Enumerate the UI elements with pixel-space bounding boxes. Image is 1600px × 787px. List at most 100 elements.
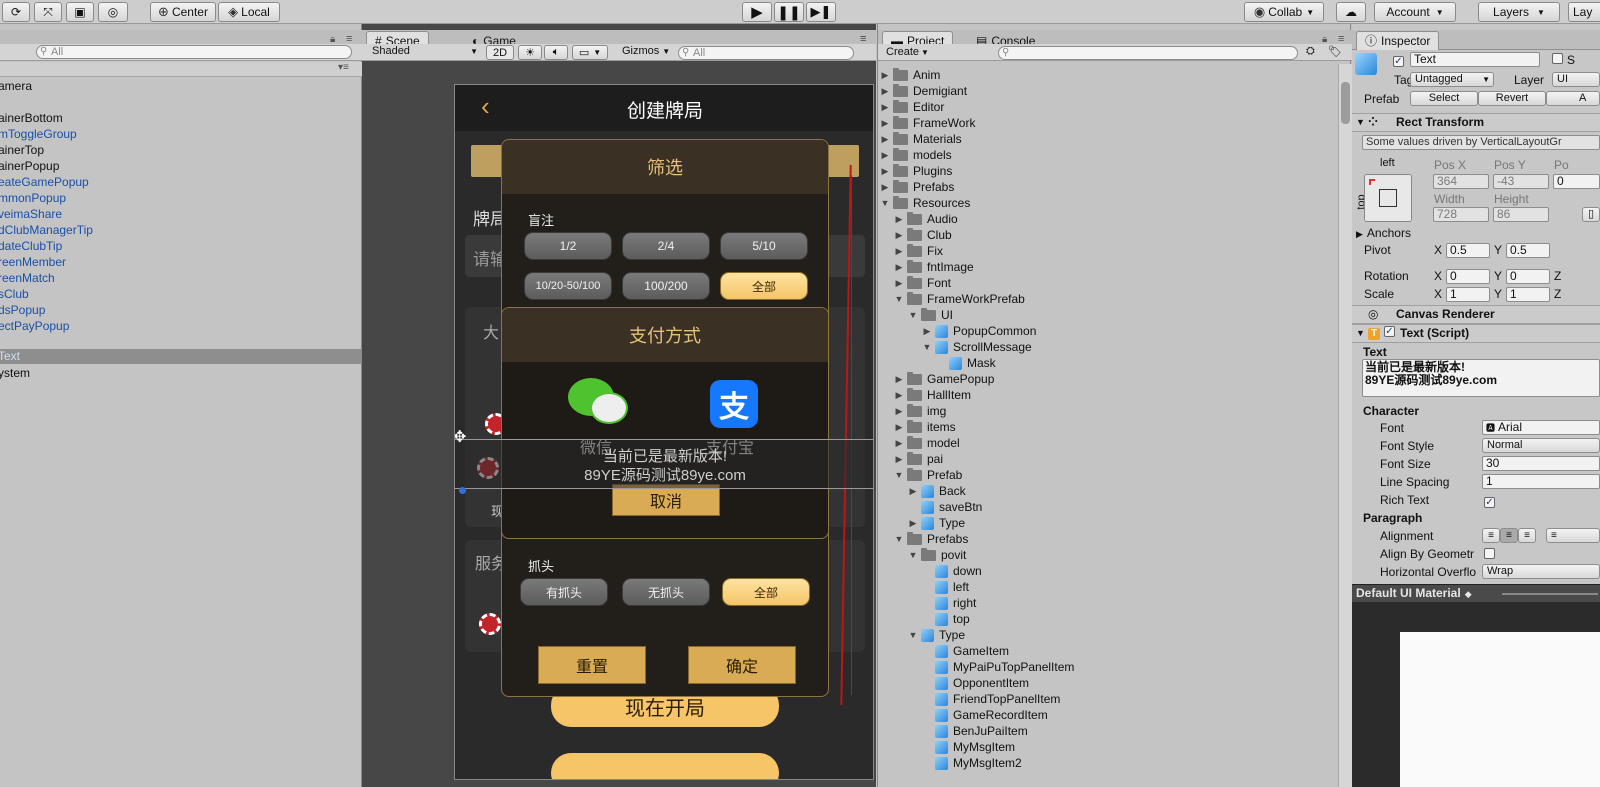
prefab-revert-button[interactable]: Revert xyxy=(1478,91,1546,106)
project-tree-item[interactable]: MyMsgItem xyxy=(922,739,1015,755)
project-tree-item[interactable]: ▶ Materials xyxy=(880,131,962,147)
expanded-arrow-icon[interactable]: ▼ xyxy=(894,291,904,307)
expanded-arrow-icon[interactable]: ▼ xyxy=(880,195,890,211)
project-tree-item[interactable]: ▶ items xyxy=(894,419,956,435)
hierarchy-item[interactable]: eateGamePopup xyxy=(0,174,89,190)
grab-option-all[interactable]: 全部 xyxy=(722,578,810,606)
project-tree-item[interactable]: ▶ Prefabs xyxy=(880,179,954,195)
project-tree-item[interactable]: ▼ Type xyxy=(908,627,965,643)
grab-option-no[interactable]: 无抓头 xyxy=(622,578,710,606)
hierarchy-item[interactable]: ectPayPopup xyxy=(0,318,69,334)
project-tree-item[interactable]: right xyxy=(922,595,976,611)
collapsed-arrow-icon[interactable]: ▶ xyxy=(894,259,904,275)
project-tree-item[interactable]: ▶ Demigiant xyxy=(880,83,967,99)
layer-dropdown[interactable]: UI xyxy=(1552,72,1600,87)
reset-button[interactable]: 重置 xyxy=(538,646,646,684)
project-tree-item[interactable]: GameRecordItem xyxy=(922,707,1048,723)
text-script-header[interactable]: ▼ T ✓ Text (Script) xyxy=(1352,324,1600,343)
collapsed-arrow-icon[interactable]: ▶ xyxy=(880,67,890,83)
anchors-foldout[interactable]: ▶ Anchors xyxy=(1356,226,1411,240)
shading-dropdown[interactable]: Shaded ▼ xyxy=(368,45,482,60)
gizmos-dropdown[interactable]: Gizmos ▼ xyxy=(618,45,674,60)
scene-menu-icon[interactable]: ▾≡ xyxy=(338,62,349,73)
pos-x-field[interactable]: 364 xyxy=(1433,174,1489,189)
pos-y-field[interactable]: -43 xyxy=(1493,174,1549,189)
filter-type-icon[interactable]: ⛭ xyxy=(1306,45,1315,58)
align-center-icon[interactable]: ≡ xyxy=(1500,528,1518,543)
transform-tool-icon[interactable]: ◎ xyxy=(98,2,128,22)
hierarchy-item[interactable]: dsPopup xyxy=(0,302,45,318)
width-field[interactable]: 728 xyxy=(1433,207,1489,222)
collapsed-arrow-icon[interactable]: ▶ xyxy=(880,131,890,147)
hierarchy-item[interactable]: sClub xyxy=(0,286,29,302)
hierarchy-item[interactable]: ainerTop xyxy=(0,142,44,158)
canvas-renderer-header[interactable]: ◎ Canvas Renderer xyxy=(1352,305,1600,324)
blind-option-1-2[interactable]: 1/2 xyxy=(524,232,612,260)
project-tree-item[interactable]: ▶ Font xyxy=(894,275,951,291)
scene-search-input[interactable]: ⚲ All xyxy=(678,46,854,60)
collapsed-arrow-icon[interactable]: ▶ xyxy=(880,99,890,115)
collapsed-arrow-icon[interactable]: ▶ xyxy=(880,83,890,99)
text-enabled-checkbox[interactable]: ✓ xyxy=(1384,326,1395,337)
collapsed-arrow-icon[interactable]: ▶ xyxy=(880,163,890,179)
confirm-button[interactable]: 确定 xyxy=(688,646,796,684)
collapsed-arrow-icon[interactable]: ▶ xyxy=(894,451,904,467)
height-field[interactable]: 86 xyxy=(1493,207,1549,222)
anchor-preset-button[interactable] xyxy=(1364,174,1412,222)
hierarchy-item[interactable]: dClubManagerTip xyxy=(0,222,93,238)
collapsed-arrow-icon[interactable]: ▶ xyxy=(880,115,890,131)
project-tree-item[interactable]: top xyxy=(922,611,970,627)
tag-dropdown[interactable]: Untagged ▼ xyxy=(1410,72,1494,87)
project-tree-item[interactable]: ▶ Plugins xyxy=(880,163,952,179)
project-tree-item[interactable]: ▶ pai xyxy=(894,451,943,467)
font-style-dropdown[interactable]: Normal xyxy=(1482,438,1600,453)
project-tree-item[interactable]: down xyxy=(922,563,982,579)
active-checkbox[interactable]: ✓ xyxy=(1393,56,1404,67)
rotate-tool-icon[interactable]: ⟳ xyxy=(2,2,30,22)
project-tree-item[interactable]: ▶ Anim xyxy=(880,67,940,83)
blind-option-all[interactable]: 全部 xyxy=(720,272,808,300)
step-button[interactable]: ▶❚ xyxy=(806,2,836,22)
project-search-input[interactable]: ⚲ xyxy=(998,46,1298,60)
expanded-arrow-icon[interactable]: ▼ xyxy=(894,531,904,547)
project-tree-item[interactable]: ▶ FrameWork xyxy=(880,115,975,131)
collapsed-arrow-icon[interactable]: ▶ xyxy=(894,387,904,403)
project-tree-item[interactable]: ▶ models xyxy=(880,147,952,163)
pivot-rotation-button[interactable]: ◈ Local xyxy=(218,2,280,22)
pos-z-field[interactable]: 0 xyxy=(1553,174,1600,189)
hierarchy-item[interactable]: mToggleGroup xyxy=(0,126,77,142)
layout-dropdown[interactable]: Lay xyxy=(1568,2,1600,22)
hierarchy-item[interactable]: ainerPopup xyxy=(0,158,59,174)
project-tree-item[interactable]: ▶ Back xyxy=(908,483,966,499)
hierarchy-item-eventsystem[interactable]: ystem xyxy=(0,365,30,381)
h-overflow-dropdown[interactable]: Wrap xyxy=(1482,564,1600,579)
hierarchy-item[interactable]: veimaShare xyxy=(0,206,62,222)
expanded-arrow-icon[interactable]: ▼ xyxy=(908,627,918,643)
blind-option-100-200[interactable]: 100/200 xyxy=(622,272,710,300)
project-tree-item[interactable]: ▼ Prefab xyxy=(894,467,962,483)
collapsed-arrow-icon[interactable]: ▶ xyxy=(894,371,904,387)
project-tree-item[interactable]: BenJuPaiItem xyxy=(922,723,1028,739)
font-field[interactable]: 🅰︎ Arial xyxy=(1482,420,1600,435)
hierarchy-item[interactable]: amera xyxy=(0,78,32,94)
line-spacing-field[interactable]: 1 xyxy=(1482,474,1600,489)
scrollbar-thumb[interactable] xyxy=(1341,82,1350,124)
effects-dropdown[interactable]: ▭ ▼ xyxy=(572,45,608,60)
project-tree-item[interactable]: ▶ Editor xyxy=(880,99,944,115)
collapsed-arrow-icon[interactable]: ▶ xyxy=(908,483,918,499)
collapsed-arrow-icon[interactable]: ▶ xyxy=(894,403,904,419)
project-tree-item[interactable]: left xyxy=(922,579,969,595)
rect-tool-icon[interactable]: ▣ xyxy=(66,2,94,22)
scale-tool-icon[interactable]: ⤧ xyxy=(34,2,62,22)
collapsed-arrow-icon[interactable]: ▶ xyxy=(894,211,904,227)
project-tree-item[interactable]: Mask xyxy=(936,355,996,371)
align-geometry-checkbox[interactable] xyxy=(1484,548,1495,559)
expanded-arrow-icon[interactable]: ▼ xyxy=(908,307,918,323)
project-scrollbar[interactable] xyxy=(1338,64,1352,787)
collapsed-arrow-icon[interactable]: ▶ xyxy=(894,419,904,435)
blind-option-2-4[interactable]: 2/4 xyxy=(622,232,710,260)
cloud-button[interactable]: ☁ xyxy=(1336,2,1366,22)
hierarchy-item[interactable]: reenMember xyxy=(0,254,66,270)
font-size-field[interactable]: 30 xyxy=(1482,456,1600,471)
rect-transform-header[interactable]: ▼ ⁘ Rect Transform xyxy=(1352,113,1600,132)
